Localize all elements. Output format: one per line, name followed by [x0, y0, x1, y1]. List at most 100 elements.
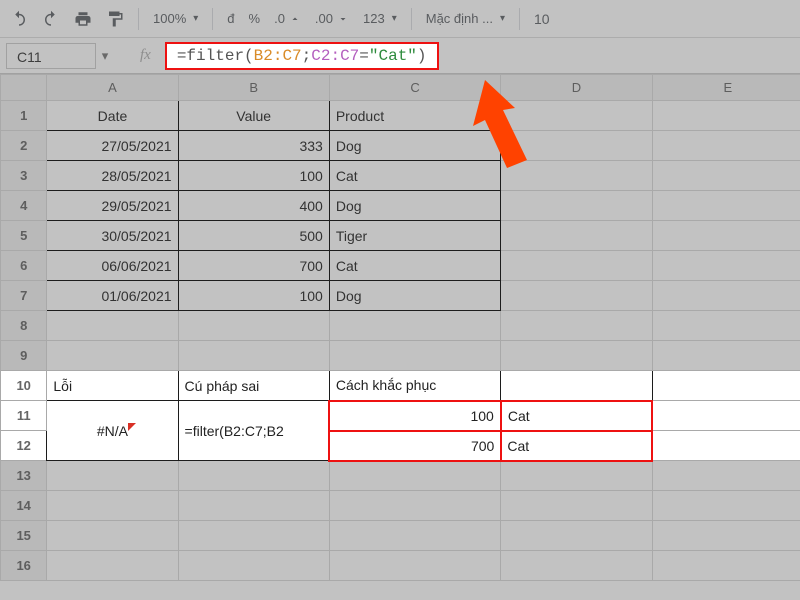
row-header[interactable]: 6: [1, 251, 47, 281]
formula-input[interactable]: =filter(B2:C7;C2:C7="Cat"): [165, 42, 439, 70]
cell[interactable]: [329, 341, 500, 371]
zoom-dropdown[interactable]: 100%: [153, 11, 198, 26]
cell[interactable]: [178, 311, 329, 341]
cell-A3[interactable]: 28/05/2021: [47, 161, 178, 191]
cell-E12[interactable]: [652, 431, 800, 461]
cell[interactable]: [47, 521, 178, 551]
cell[interactable]: [178, 521, 329, 551]
col-header-E[interactable]: E: [652, 75, 800, 101]
cell-B5[interactable]: 500: [178, 221, 329, 251]
number-format-dropdown[interactable]: 123: [363, 11, 397, 26]
cell[interactable]: [178, 461, 329, 491]
currency-icon[interactable]: đ: [227, 11, 234, 26]
cell-A11[interactable]: #N/A: [47, 401, 178, 461]
cell[interactable]: [329, 551, 500, 581]
cell[interactable]: [47, 491, 178, 521]
cell[interactable]: [501, 341, 652, 371]
cell-C6[interactable]: Cat: [329, 251, 500, 281]
row-header[interactable]: 11: [1, 401, 47, 431]
row-header[interactable]: 8: [1, 311, 47, 341]
cell[interactable]: [652, 491, 800, 521]
row-header[interactable]: 2: [1, 131, 47, 161]
cell-D10[interactable]: [501, 371, 652, 401]
row-header[interactable]: 15: [1, 521, 47, 551]
decrease-decimal-icon[interactable]: .0: [274, 10, 301, 28]
row-header[interactable]: 3: [1, 161, 47, 191]
cell-B10[interactable]: Cú pháp sai: [178, 371, 329, 401]
cell-B11[interactable]: =filter(B2:C7;B2: [178, 401, 329, 461]
row-header[interactable]: 14: [1, 491, 47, 521]
col-header-B[interactable]: B: [178, 75, 329, 101]
redo-icon[interactable]: [42, 10, 60, 28]
cell-C5[interactable]: Tiger: [329, 221, 500, 251]
cell[interactable]: [47, 461, 178, 491]
cell[interactable]: [47, 341, 178, 371]
cell-C3[interactable]: Cat: [329, 161, 500, 191]
cell-D7[interactable]: [501, 281, 652, 311]
row-header[interactable]: 10: [1, 371, 47, 401]
cell-D12[interactable]: Cat: [501, 431, 652, 461]
cell-B1[interactable]: Value: [178, 101, 329, 131]
row-header[interactable]: 1: [1, 101, 47, 131]
cell[interactable]: [652, 461, 800, 491]
cell-E1[interactable]: [652, 101, 800, 131]
increase-decimal-icon[interactable]: .00: [315, 10, 349, 28]
cell[interactable]: [47, 311, 178, 341]
cell[interactable]: [501, 461, 652, 491]
cell-D2[interactable]: [501, 131, 652, 161]
row-header[interactable]: 4: [1, 191, 47, 221]
cell-C1[interactable]: Product: [329, 101, 500, 131]
cell-C2[interactable]: Dog: [329, 131, 500, 161]
cell[interactable]: [329, 491, 500, 521]
col-header-D[interactable]: D: [501, 75, 652, 101]
cell[interactable]: [501, 521, 652, 551]
row-header[interactable]: 5: [1, 221, 47, 251]
row-header[interactable]: 16: [1, 551, 47, 581]
cell-D5[interactable]: [501, 221, 652, 251]
cell-B2[interactable]: 333: [178, 131, 329, 161]
cell-C12[interactable]: 700: [329, 431, 500, 461]
spreadsheet-grid[interactable]: A B C D E 1 Date Value Product 2 27/05/2…: [0, 74, 800, 600]
undo-icon[interactable]: [10, 10, 28, 28]
cell-D1[interactable]: [501, 101, 652, 131]
print-icon[interactable]: [74, 10, 92, 28]
row-header[interactable]: 13: [1, 461, 47, 491]
paint-format-icon[interactable]: [106, 10, 124, 28]
row-header[interactable]: 9: [1, 341, 47, 371]
cell[interactable]: [47, 551, 178, 581]
cell-D6[interactable]: [501, 251, 652, 281]
cell-A6[interactable]: 06/06/2021: [47, 251, 178, 281]
cell-A7[interactable]: 01/06/2021: [47, 281, 178, 311]
cell-A1[interactable]: Date: [47, 101, 178, 131]
name-box[interactable]: C11: [6, 43, 96, 69]
font-size-input[interactable]: 10: [534, 11, 550, 27]
cell-E6[interactable]: [652, 251, 800, 281]
cell[interactable]: [652, 551, 800, 581]
cell-B7[interactable]: 100: [178, 281, 329, 311]
cell[interactable]: [329, 461, 500, 491]
col-header-C[interactable]: C: [329, 75, 500, 101]
corner-cell[interactable]: [1, 75, 47, 101]
cell-D4[interactable]: [501, 191, 652, 221]
cell-E7[interactable]: [652, 281, 800, 311]
cell[interactable]: [652, 341, 800, 371]
name-box-dropdown-icon[interactable]: ▾: [96, 48, 114, 64]
cell-C7[interactable]: Dog: [329, 281, 500, 311]
cell-A2[interactable]: 27/05/2021: [47, 131, 178, 161]
cell-C11[interactable]: 100: [329, 401, 500, 431]
row-header[interactable]: 7: [1, 281, 47, 311]
cell-C10[interactable]: Cách khắc phục: [329, 371, 500, 401]
cell-E3[interactable]: [652, 161, 800, 191]
cell-A5[interactable]: 30/05/2021: [47, 221, 178, 251]
cell-C4[interactable]: Dog: [329, 191, 500, 221]
cell[interactable]: [178, 341, 329, 371]
col-header-A[interactable]: A: [47, 75, 178, 101]
cell[interactable]: [501, 551, 652, 581]
cell-E10[interactable]: [652, 371, 800, 401]
cell[interactable]: [329, 311, 500, 341]
cell-D11[interactable]: Cat: [501, 401, 652, 431]
cell-E11[interactable]: [652, 401, 800, 431]
percent-icon[interactable]: %: [249, 11, 261, 26]
cell[interactable]: [178, 491, 329, 521]
cell-A4[interactable]: 29/05/2021: [47, 191, 178, 221]
